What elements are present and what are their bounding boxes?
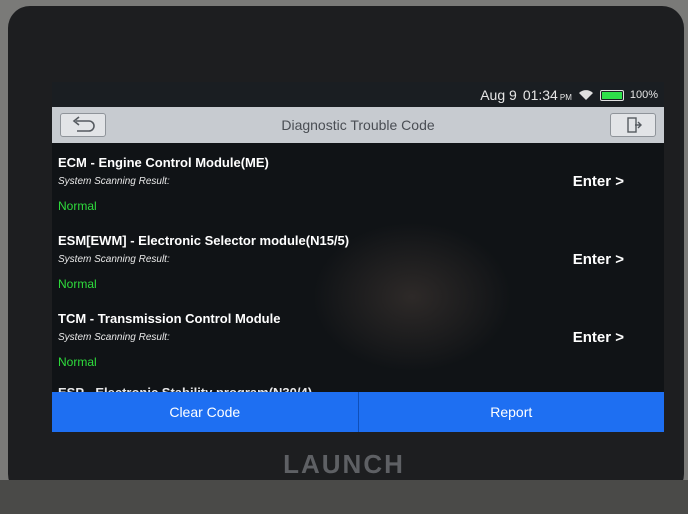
status-time: 01:34 <box>522 87 558 103</box>
status-ampm: PM <box>559 92 572 102</box>
list-item[interactable]: TCM - Transmission Control Module System… <box>52 299 664 377</box>
title-bar: Diagnostic Trouble Code <box>52 107 664 143</box>
module-name: TCM - Transmission Control Module <box>58 311 281 326</box>
list-item[interactable]: ESM[EWM] - Electronic Selector module(N1… <box>52 221 664 299</box>
device-logo: LAUNCH <box>283 449 405 479</box>
list-item[interactable]: ECM - Engine Control Module(ME) System S… <box>52 143 664 221</box>
exit-button[interactable] <box>610 113 656 137</box>
battery-percent: 100% <box>629 89 658 101</box>
clear-code-button[interactable]: Clear Code <box>52 392 358 432</box>
scan-status: Normal <box>58 199 97 213</box>
status-bar: Aug 9 01:34 PM 100% <box>52 82 664 107</box>
module-name: ECM - Engine Control Module(ME) <box>58 155 269 170</box>
exit-icon <box>627 117 642 133</box>
scan-result-label: System Scanning Result: <box>58 176 170 187</box>
status-date: Aug 9 <box>480 87 517 103</box>
device-edge <box>0 480 688 514</box>
scan-status: Normal <box>58 277 97 291</box>
enter-button[interactable]: Enter > <box>573 173 624 190</box>
scan-result-label: System Scanning Result: <box>58 254 170 265</box>
scan-status: Normal <box>58 355 97 369</box>
action-bar: Clear Code Report <box>52 392 664 432</box>
screen: Aug 9 01:34 PM 100% Diagnostic Trouble C… <box>52 82 664 432</box>
report-button[interactable]: Report <box>357 392 664 432</box>
module-list: ECM - Engine Control Module(ME) System S… <box>52 143 664 400</box>
enter-button[interactable]: Enter > <box>573 251 624 268</box>
module-name: ESM[EWM] - Electronic Selector module(N1… <box>58 233 350 248</box>
enter-button[interactable]: Enter > <box>573 329 624 346</box>
battery-icon <box>599 89 624 101</box>
page-title: Diagnostic Trouble Code <box>281 117 435 133</box>
wifi-icon <box>578 90 593 100</box>
scan-result-label: System Scanning Result: <box>58 332 170 343</box>
